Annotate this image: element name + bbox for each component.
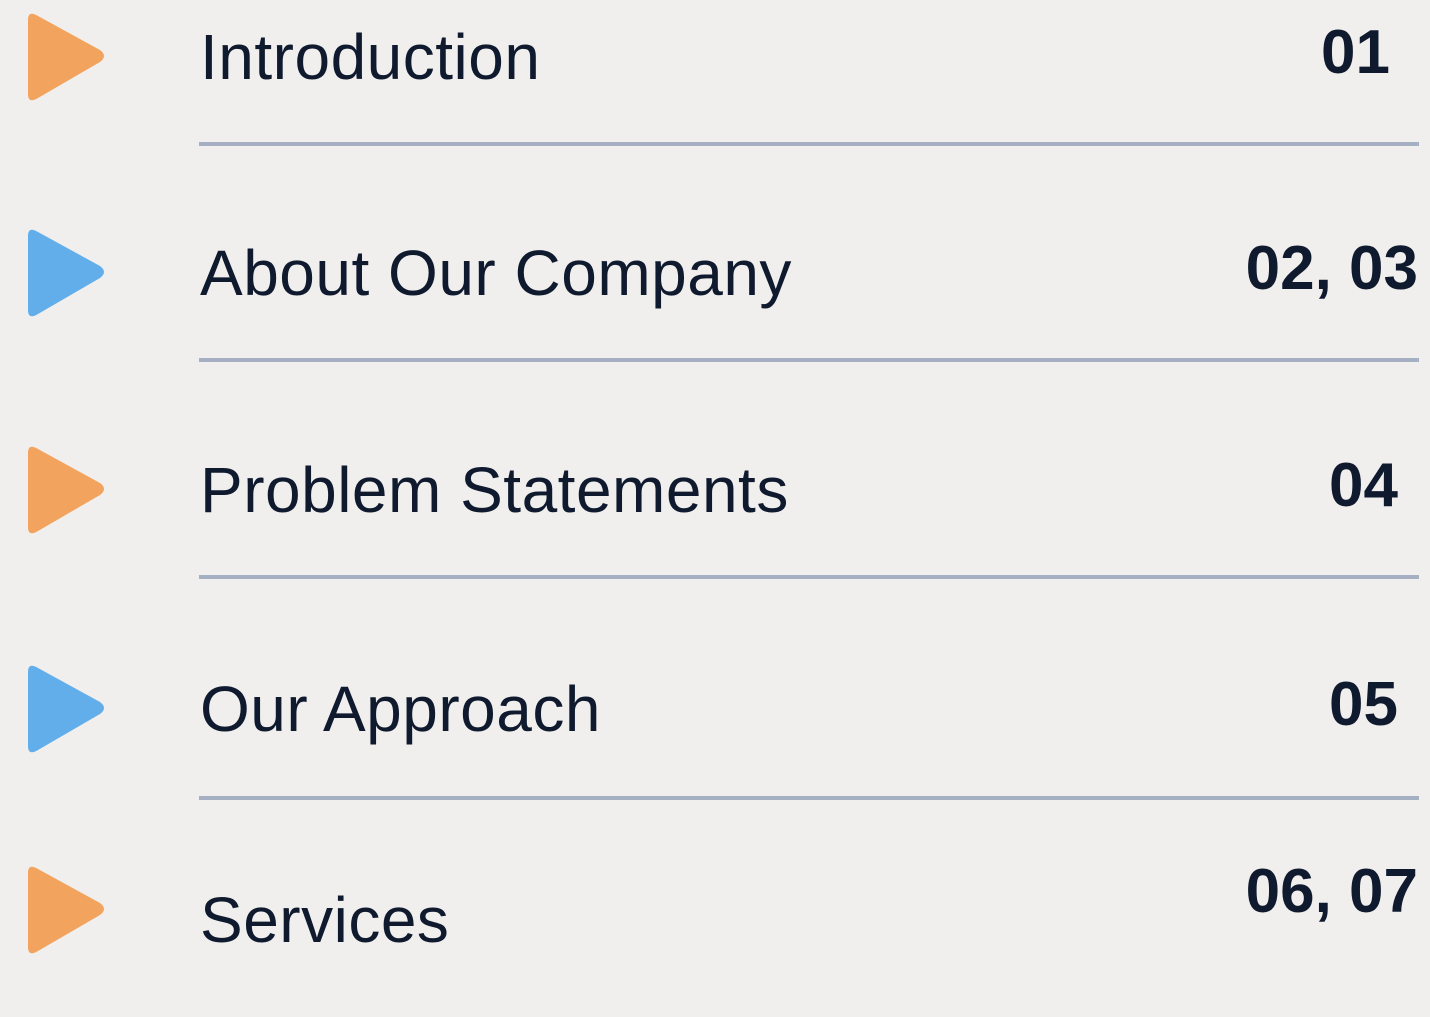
- play-triangle-icon: [24, 228, 106, 318]
- toc-page-number: 06, 07: [1245, 857, 1418, 926]
- toc-page-number: 04: [1329, 451, 1398, 520]
- divider: [199, 142, 1419, 146]
- play-triangle-icon: [24, 664, 106, 754]
- toc-item-label: Problem Statements: [200, 454, 789, 526]
- toc-item-label: Services: [200, 884, 450, 956]
- toc-page-number: 05: [1329, 670, 1398, 739]
- toc-item-label: Our Approach: [200, 673, 601, 745]
- play-triangle-icon: [24, 12, 106, 102]
- triangle-shape: [28, 866, 104, 954]
- toc-page-number: 02, 03: [1245, 234, 1418, 303]
- triangle-shape: [28, 229, 104, 317]
- triangle-shape: [28, 446, 104, 534]
- toc-page-number: 01: [1321, 18, 1390, 87]
- toc-item-label: About Our Company: [200, 237, 792, 309]
- toc-item-label: Introduction: [200, 21, 541, 93]
- triangle-shape: [28, 665, 104, 753]
- divider: [199, 575, 1419, 579]
- toc-item-introduction[interactable]: Introduction 01: [0, 2, 1430, 112]
- play-triangle-icon: [24, 865, 106, 955]
- toc-item-problem-statements[interactable]: Problem Statements 04: [0, 435, 1430, 545]
- toc-item-services[interactable]: Services 06, 07: [0, 855, 1430, 965]
- toc-item-our-approach[interactable]: Our Approach 05: [0, 654, 1430, 764]
- divider: [199, 796, 1419, 800]
- table-of-contents: Introduction 01 About Our Company 02, 03…: [0, 0, 1430, 1017]
- toc-item-about-our-company[interactable]: About Our Company 02, 03: [0, 218, 1430, 328]
- play-triangle-icon: [24, 445, 106, 535]
- triangle-shape: [28, 13, 104, 101]
- divider: [199, 358, 1419, 362]
